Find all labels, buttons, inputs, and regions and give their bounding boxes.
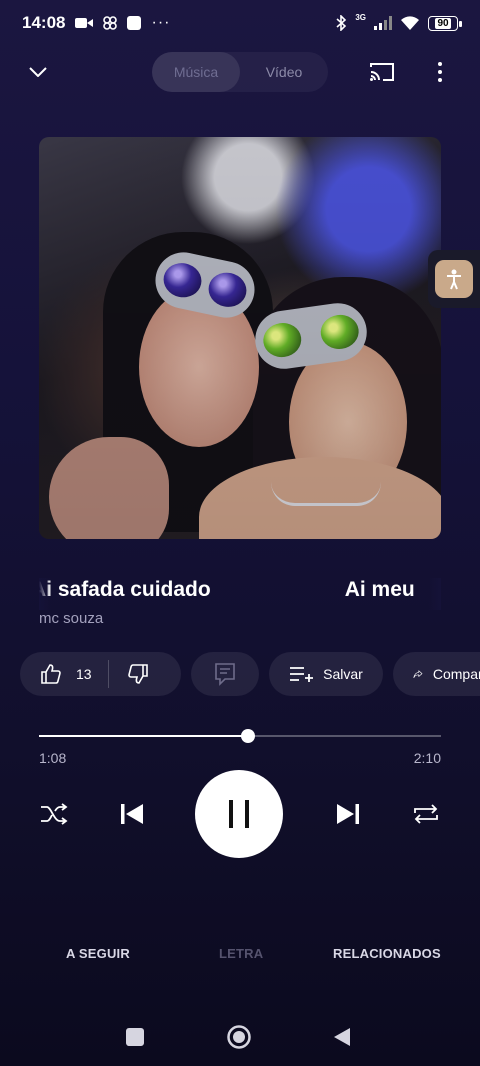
like-divider	[107, 660, 109, 688]
status-left: 14:08 ···	[22, 13, 170, 33]
tab-video[interactable]: Vídeo	[240, 52, 328, 92]
system-navigation-bar	[0, 1008, 480, 1066]
shuffle-icon	[41, 803, 68, 825]
more-notifications-icon: ···	[151, 14, 171, 31]
like-dislike-chip: 13	[20, 652, 181, 696]
cell-signal-icon	[374, 16, 392, 30]
player-top-bar: Música Vídeo	[0, 48, 480, 96]
tab-related[interactable]: RELACIONADOS	[333, 946, 441, 961]
playlist-add-icon	[290, 667, 314, 682]
thumbs-down-icon	[127, 664, 148, 684]
share-label: Compartilhar	[432, 666, 480, 682]
title-track: Ai safada cuidado Ai meu	[39, 578, 415, 602]
music-video-switch: Música Vídeo	[152, 52, 328, 92]
share-button[interactable]: Compartilhar	[393, 652, 480, 696]
more-vertical-icon	[438, 62, 442, 82]
back-triangle-icon	[334, 1028, 350, 1046]
album-artwork	[39, 137, 441, 539]
bluetooth-icon	[336, 15, 347, 31]
seek-bar[interactable]	[39, 729, 441, 743]
like-button[interactable]: 13	[40, 663, 92, 685]
thumbs-up-icon	[41, 664, 61, 684]
save-to-playlist-button[interactable]: Salvar	[269, 652, 383, 696]
pause-icon	[229, 800, 249, 828]
seek-bar-thumb[interactable]	[241, 729, 256, 743]
song-title-repeat: Ai meu	[344, 578, 415, 601]
home-button[interactable]	[224, 1022, 254, 1052]
status-bar: 14:08 ··· 3G 90	[0, 0, 480, 46]
recents-button[interactable]	[120, 1022, 150, 1052]
previous-button[interactable]	[114, 796, 150, 832]
chevron-down-icon	[29, 67, 47, 77]
action-row: 13 Salvar Compartilhar	[0, 652, 480, 696]
artwork-shading	[39, 137, 441, 539]
battery-level: 90	[435, 17, 451, 29]
wifi-icon	[401, 15, 419, 30]
tab-music[interactable]: Música	[152, 52, 240, 92]
app-grid-icon	[103, 16, 118, 30]
song-title-marquee: Ai safada cuidado Ai meu	[39, 578, 441, 610]
recents-square-icon	[126, 1028, 144, 1046]
shuffle-button[interactable]	[36, 796, 72, 832]
cast-button[interactable]	[364, 54, 400, 90]
seek-bar-fill	[39, 735, 249, 737]
duration: 2:10	[413, 750, 441, 766]
video-call-icon	[75, 18, 94, 28]
home-circle-icon	[227, 1025, 251, 1049]
dislike-button[interactable]	[127, 663, 149, 685]
tab-lyrics[interactable]: LETRA	[219, 946, 263, 961]
tab-up-next[interactable]: A SEGUIR	[66, 946, 130, 961]
current-time: 1:08	[39, 750, 67, 766]
status-right: 3G 90	[335, 13, 462, 31]
title-fade-right	[429, 578, 441, 610]
back-button[interactable]	[327, 1022, 357, 1052]
player-bottom-tabs: A SEGUIR LETRA RELACIONADOS	[0, 938, 480, 972]
like-count: 13	[76, 666, 92, 682]
pause-button[interactable]	[195, 770, 283, 858]
collapse-player-button[interactable]	[20, 54, 56, 90]
share-icon	[413, 670, 423, 679]
battery-indicator: 90	[428, 15, 462, 31]
skip-previous-icon	[121, 804, 143, 824]
floating-assistant-handle[interactable]	[428, 250, 480, 308]
notification-square-icon	[127, 16, 142, 30]
accessibility-icon	[435, 260, 473, 298]
next-button[interactable]	[330, 796, 366, 832]
song-title: Ai safada cuidado	[39, 578, 211, 601]
comment-icon	[215, 663, 235, 686]
comments-button[interactable]	[191, 652, 259, 696]
action-chips: 13 Salvar Compartilhar	[20, 652, 480, 696]
title-fade-left	[39, 578, 51, 610]
network-type: 3G	[355, 13, 366, 22]
save-label: Salvar	[323, 666, 363, 682]
artist-name[interactable]: mc souza	[39, 610, 103, 627]
playback-controls	[0, 770, 480, 858]
cast-icon	[370, 63, 394, 81]
status-time: 14:08	[22, 13, 66, 32]
repeat-icon	[414, 804, 438, 824]
more-options-button[interactable]	[424, 54, 456, 90]
skip-next-icon	[337, 804, 359, 824]
repeat-button[interactable]	[408, 796, 444, 832]
